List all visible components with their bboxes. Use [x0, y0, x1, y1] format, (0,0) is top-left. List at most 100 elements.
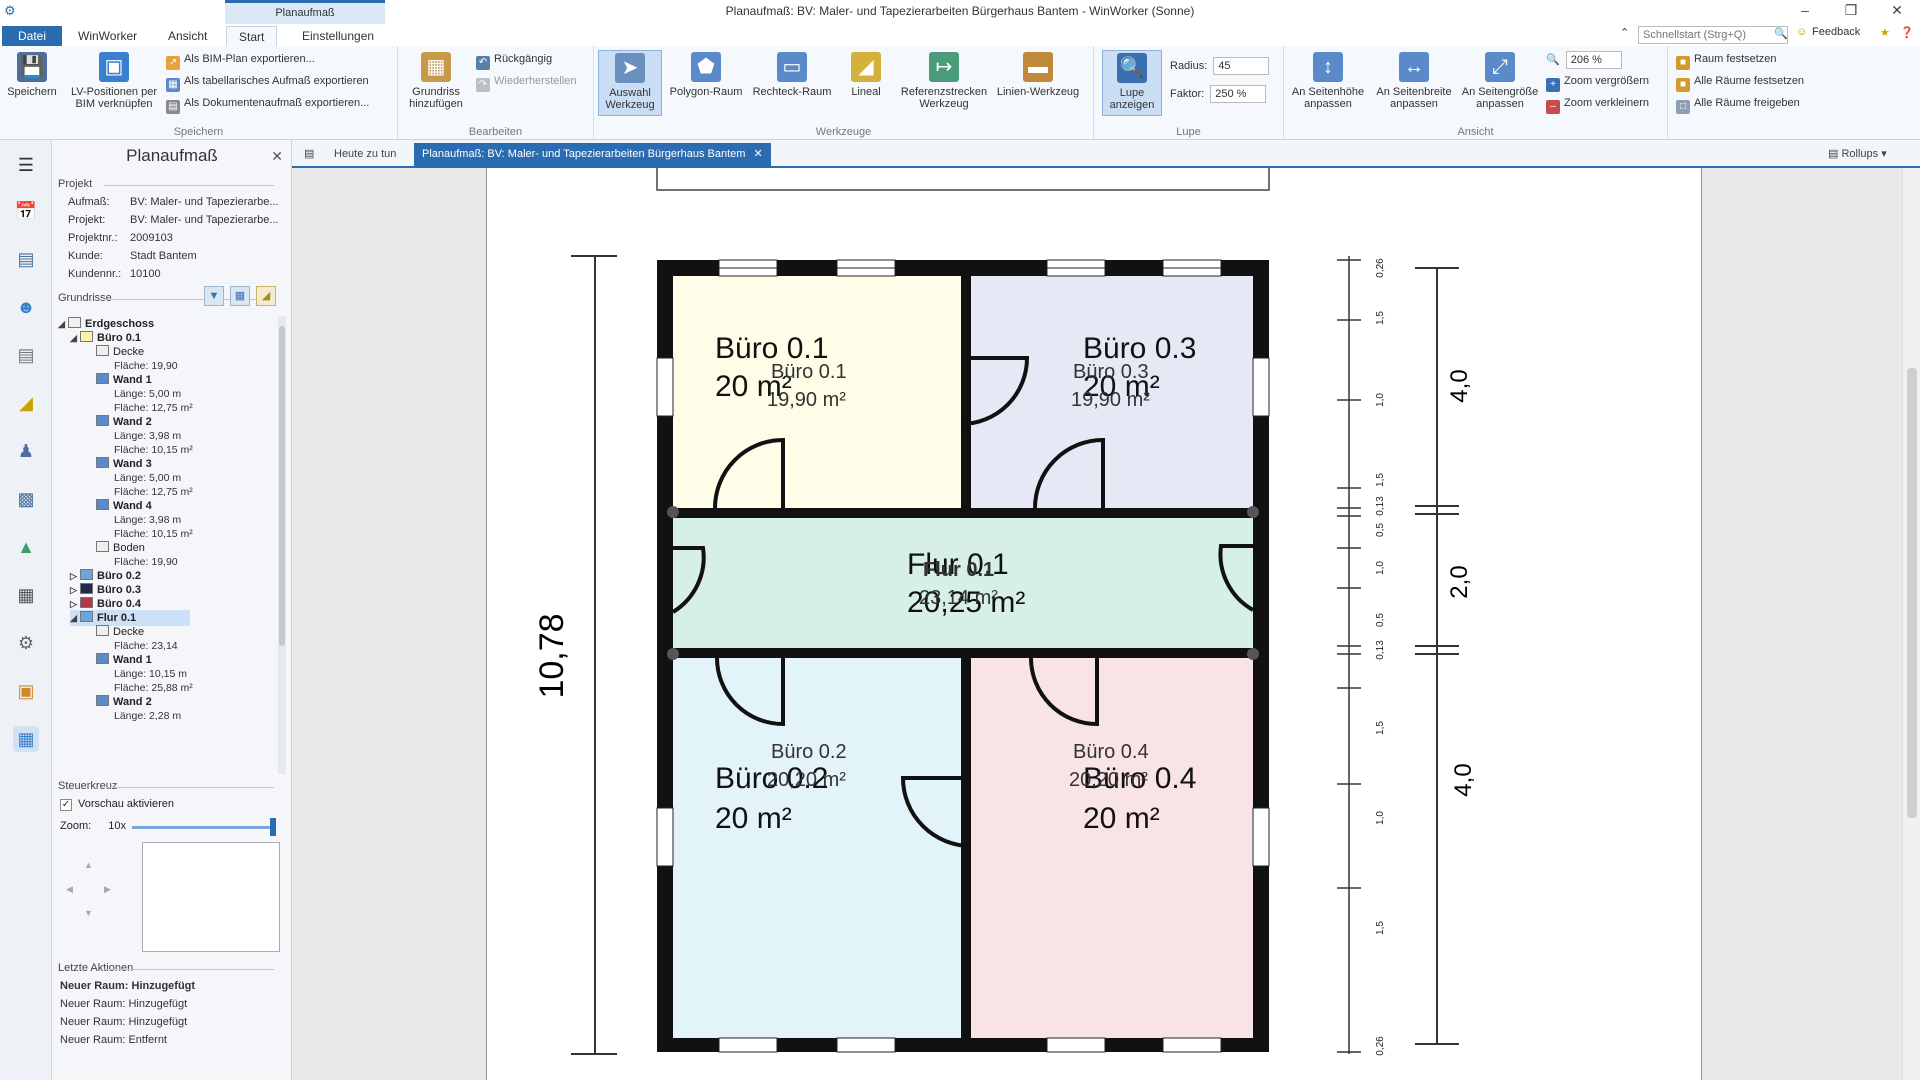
cursor-icon: ➤	[615, 53, 645, 83]
close-icon[interactable]: ✕	[1882, 2, 1912, 19]
minimize-icon[interactable]: –	[1790, 2, 1820, 18]
vorschau-checkbox-row[interactable]: ✓ Vorschau aktivieren	[60, 798, 174, 811]
polygon-room-button[interactable]: ⬟ Polygon-Raum	[666, 50, 746, 116]
kv-value: 10100	[130, 268, 161, 280]
reference-tool-button[interactable]: ↦ Referenzstrecken Werkzeug	[898, 50, 990, 116]
ruler-button[interactable]: ◢ Lineal	[838, 50, 894, 116]
tree-label: Decke	[113, 346, 145, 358]
measure-icon[interactable]: ◢	[256, 286, 276, 306]
kv-value: 2009103	[130, 232, 173, 244]
zoom-level-field[interactable]: 🔍 206 %	[1546, 50, 1622, 70]
zoom-slider-handle[interactable]	[270, 818, 276, 836]
arrow-down-icon[interactable]: ▼	[84, 908, 93, 918]
quicksearch-input[interactable]	[1638, 26, 1788, 44]
fit-width-button[interactable]: ↔ An Seitenbreite anpassen	[1372, 50, 1456, 116]
canvas-scrollbar-thumb[interactable]	[1907, 368, 1917, 818]
table-export-button[interactable]: ▦ Als tabellarisches Aufmaß exportieren	[166, 72, 369, 92]
calendar-icon[interactable]: 📅	[13, 198, 39, 224]
tab-planaufmass-label: Planaufmaß: BV: Maler- und Tapezierarbei…	[422, 148, 746, 160]
tab-ansicht[interactable]: Ansicht	[156, 26, 219, 46]
measure-nav-icon[interactable]: ◢	[13, 390, 39, 416]
tab-close-icon[interactable]: ✕	[753, 148, 762, 160]
tree-label: Büro 0.1	[97, 332, 142, 344]
tab-start[interactable]: Start	[226, 26, 278, 46]
reference-icon: ↦	[929, 52, 959, 82]
fit-page-button[interactable]: ⤢ An Seitengröße anpassen	[1458, 50, 1542, 116]
undo-button[interactable]: ↶ Rückgängig	[476, 50, 552, 70]
save-button[interactable]: 💾 Speichern	[2, 50, 62, 116]
magnifier-icon: 🔍	[1117, 53, 1147, 83]
tree-layout-icon[interactable]: ▦	[230, 286, 250, 306]
tree-scrollbar[interactable]	[278, 316, 286, 774]
arrow-up-icon[interactable]: ▲	[84, 860, 93, 870]
tab-planaufmass[interactable]: Planaufmaß: BV: Maler- und Tapezierarbei…	[414, 143, 771, 166]
room-buero-02[interactable]	[673, 658, 961, 1038]
document-nav-icon[interactable]: ▤	[13, 342, 39, 368]
line-tool-button[interactable]: ▬ Linien-Werkzeug	[994, 50, 1082, 116]
doc-export-button[interactable]: ▤ Als Dokumentenaufmaß exportieren...	[166, 94, 370, 114]
tab-heute[interactable]: Heute zu tun	[326, 143, 404, 166]
zoom-slider-track[interactable]	[132, 826, 272, 829]
arrow-left-icon[interactable]: ◀	[66, 884, 73, 895]
tick-label: 0,13	[1375, 640, 1386, 660]
unlock-all-rooms-button[interactable]: □ Alle Räume freigeben	[1676, 94, 1800, 114]
clipboard-icon[interactable]: ▩	[13, 486, 39, 512]
list-icon[interactable]: ▤	[13, 246, 39, 272]
plan-canvas[interactable]: 10,78 Büro 0.1 20 m² Büro 0.3 20 m² Flur…	[292, 168, 1902, 1080]
plan-sheet[interactable]: 10,78 Büro 0.1 20 m² Büro 0.3 20 m² Flur…	[486, 168, 1702, 1080]
tab-datei[interactable]: Datei	[2, 26, 62, 46]
lock-room-button[interactable]: ■ Raum festsetzen	[1676, 50, 1777, 70]
magnifier-button[interactable]: 🔍 Lupe anzeigen	[1102, 50, 1162, 116]
settings-nav-icon[interactable]: ⚙	[13, 630, 39, 656]
rectangle-room-button[interactable]: ▭ Rechteck-Raum	[750, 50, 834, 116]
tree-label: Wand 1	[113, 374, 152, 386]
lv-link-button[interactable]: ▣ LV-Positionen per BIM verknüpfen	[64, 50, 164, 116]
floor-plan[interactable]: 10,78 Büro 0.1 20 m² Büro 0.3 20 m² Flur…	[487, 168, 1703, 1080]
room-buero-04[interactable]	[971, 658, 1253, 1038]
tab-einstellungen[interactable]: Einstellungen	[290, 26, 386, 46]
help-icon[interactable]: ❓	[1900, 26, 1914, 39]
fit-height-button[interactable]: ↕ An Seitenhöhe anpassen	[1286, 50, 1370, 116]
box-icon[interactable]: ▣	[13, 678, 39, 704]
room-flur-01[interactable]	[673, 518, 1253, 648]
redo-button[interactable]: ↷ Wiederherstellen	[476, 72, 577, 92]
chart-nav-icon[interactable]: ▲	[13, 534, 39, 560]
planaufmass-nav-icon[interactable]: ▦	[13, 726, 39, 752]
search-icon[interactable]: 🔍	[1774, 27, 1788, 40]
canvas-scrollbar[interactable]	[1902, 168, 1920, 1080]
zoom-out-button[interactable]: – Zoom verkleinern	[1546, 94, 1649, 114]
reference-label: Referenzstrecken Werkzeug	[900, 86, 988, 110]
radius-field[interactable]: Radius: 45	[1170, 56, 1270, 76]
letzte-aktionen-header: Letzte Aktionen	[58, 962, 275, 974]
calculator-icon[interactable]: ▦	[13, 582, 39, 608]
radius-input[interactable]: 45	[1213, 57, 1270, 75]
zoom-level-input[interactable]: 206 %	[1565, 51, 1622, 69]
feedback-button[interactable]: Feedback	[1812, 26, 1860, 38]
hamburger-menu-icon[interactable]: ☰	[13, 152, 39, 178]
people-icon[interactable]: ♟	[13, 438, 39, 464]
tab-pin-icon[interactable]: ▤	[296, 143, 322, 166]
bim-export-button[interactable]: ↗ Als BIM-Plan exportieren...	[166, 50, 315, 70]
arrow-right-icon[interactable]: ▶	[104, 884, 111, 895]
tree-label: Büro 0.2	[97, 570, 142, 582]
faktor-input[interactable]: 250 %	[1210, 85, 1267, 103]
filter-icon[interactable]: ▼	[204, 286, 224, 306]
restore-icon[interactable]: ❐	[1836, 2, 1866, 19]
grundriss-add-button[interactable]: ▦ Grundriss hinzufügen	[402, 50, 470, 116]
left-tool-strip: ☰ 📅 ▤ ☻ ▤ ◢ ♟ ▩ ▲ ▦ ⚙ ▣ ▦	[0, 140, 52, 1080]
collapse-ribbon-icon[interactable]: ⌃	[1620, 26, 1629, 39]
panel-close-icon[interactable]: ✕	[271, 148, 283, 165]
tab-winworker[interactable]: WinWorker	[66, 26, 149, 46]
tree-scrollbar-thumb[interactable]	[279, 326, 285, 646]
faktor-field[interactable]: Faktor: 250 %	[1170, 84, 1267, 104]
lock-all-rooms-button[interactable]: ■ Alle Räume festsetzen	[1676, 72, 1804, 92]
contacts-icon[interactable]: ☻	[13, 294, 39, 320]
vorschau-checkbox[interactable]: ✓	[60, 799, 72, 811]
rollups-button[interactable]: ▤ Rollups ▾	[1820, 143, 1895, 166]
doc-export-label: Als Dokumentenaufmaß exportieren...	[184, 97, 370, 109]
line-tool-label: Linien-Werkzeug	[996, 86, 1080, 98]
user-icon[interactable]: ★	[1880, 26, 1890, 39]
zoom-in-button[interactable]: + Zoom vergrößern	[1546, 72, 1649, 92]
vorschau-label: Vorschau aktivieren	[78, 798, 174, 810]
auswahl-tool-button[interactable]: ➤ Auswahl Werkzeug	[598, 50, 662, 116]
